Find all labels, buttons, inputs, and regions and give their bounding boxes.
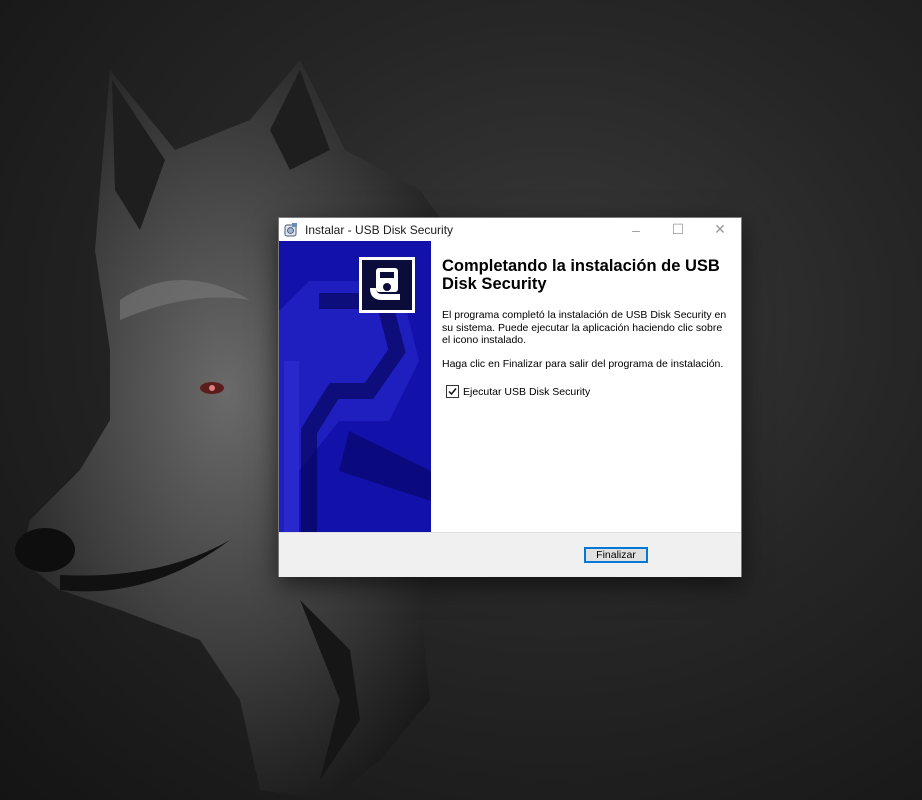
wizard-footer: Finalizar	[279, 532, 741, 577]
run-app-option[interactable]: Ejecutar USB Disk Security	[446, 385, 590, 398]
finish-instruction: Haga clic en Finalizar para salir del pr…	[442, 358, 724, 370]
wizard-content: Completando la instalación de USB Disk S…	[279, 241, 741, 532]
installer-window: Instalar - USB Disk Security – ☐ ✕ Compl…	[279, 218, 741, 577]
checkmark-icon	[448, 388, 457, 396]
usb-disk-logo-icon	[370, 268, 400, 300]
window-title: Instalar - USB Disk Security	[305, 222, 454, 237]
minimize-button[interactable]: –	[615, 218, 657, 241]
run-app-label[interactable]: Ejecutar USB Disk Security	[463, 386, 590, 398]
wizard-main-panel: Completando la instalación de USB Disk S…	[442, 241, 732, 532]
desktop: Instalar - USB Disk Security – ☐ ✕ Compl…	[0, 0, 922, 800]
wolf-eye-glint	[209, 385, 215, 391]
wizard-side-banner	[279, 241, 431, 532]
wolf-nose	[15, 528, 75, 572]
usb-disk-security-logo	[359, 257, 415, 313]
finish-button[interactable]: Finalizar	[584, 547, 648, 563]
wizard-heading: Completando la instalación de USB Disk S…	[442, 257, 720, 293]
usb-disk-security-app-icon	[284, 222, 297, 236]
maximize-button[interactable]: ☐	[657, 218, 699, 241]
close-button[interactable]: ✕	[699, 218, 741, 241]
title-bar[interactable]: Instalar - USB Disk Security – ☐ ✕	[279, 218, 741, 241]
run-app-checkbox[interactable]	[446, 385, 459, 398]
completion-message: El programa completó la instalación de U…	[442, 309, 727, 346]
